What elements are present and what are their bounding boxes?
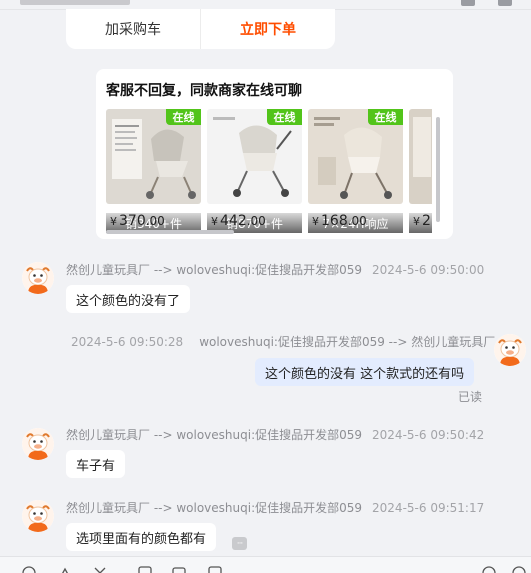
order-action-card: 加采购车 立即下单 [66,9,335,49]
emoji-icon[interactable] [22,566,36,573]
message-sender: 然创儿童玩具厂 --> woloveshuqi:促佳搜品开发部059 [66,501,363,515]
folder-icon[interactable] [172,566,186,573]
message-meta: 然创儿童玩具厂 --> woloveshuqi:促佳搜品开发部059 2024-5… [66,426,484,443]
cow-mascot-icon [22,262,54,294]
message-more-button[interactable]: ··· [232,537,247,550]
image-icon[interactable] [138,566,152,573]
online-badge: 在线 [267,109,302,125]
product-card[interactable]: 在线 销870+件 ¥442.00 [207,109,302,233]
message-sender: woloveshuqi:促佳搜品开发部059 --> 然创儿童玩具厂 [199,335,496,349]
history-icon[interactable] [482,566,496,573]
message-bubble[interactable]: 选项里面有的颜色都有 [66,523,217,551]
seller-avatar[interactable] [22,500,54,532]
message-bubble[interactable]: 车子有 [66,450,126,478]
product-card[interactable]: 回 ¥2 [409,109,432,233]
order-icon[interactable] [208,566,222,573]
cow-mascot-icon [22,500,54,532]
product-price: ¥2 [413,213,431,229]
read-status: 已读 [458,390,483,404]
settings-icon[interactable] [512,566,526,573]
input-toolbar [0,556,531,573]
online-badge: 在线 [166,109,201,125]
message-time: 2024-5-6 09:50:42 [372,428,485,442]
recommendation-title: 客服不回复，同款商家在线可聊 [106,83,302,99]
similar-sellers-card: 客服不回复，同款商家在线可聊 在线 销340+件 ¥ 370.00 在线 销87… [96,69,453,239]
chat-title-cropped [20,0,130,5]
order-now-button[interactable]: 立即下单 [201,9,335,49]
product-card[interactable]: 在线 7×24H响应 ¥168.00 [308,109,403,233]
product-price: ¥168.00 [312,213,367,229]
scissors-icon[interactable] [58,566,72,573]
message-bubble[interactable]: 这个颜色的没有了 [66,285,191,313]
product-price: ¥370.00 [110,213,165,229]
pin-icon[interactable] [461,0,475,6]
close-icon[interactable] [93,566,107,573]
message-bubble[interactable]: 这个颜色的没有 这个款式的还有吗 [255,358,475,386]
horizontal-scrollbar[interactable] [106,230,234,234]
message-meta: 2024-5-6 09:50:28 woloveshuqi:促佳搜品开发部059 … [71,333,495,350]
product-card[interactable]: 在线 销340+件 ¥370.00 [106,109,201,233]
seller-avatar[interactable] [22,262,54,294]
message-sender: 然创儿童玩具厂 --> woloveshuqi:促佳搜品开发部059 [66,428,363,442]
more-icon[interactable] [498,0,512,6]
online-badge: 在线 [368,109,403,125]
vertical-scrollbar[interactable] [436,117,440,222]
message-meta: 然创儿童玩具厂 --> woloveshuqi:促佳搜品开发部059 2024-5… [66,261,484,278]
message-sender: 然创儿童玩具厂 --> woloveshuqi:促佳搜品开发部059 [66,263,363,277]
add-to-cart-button[interactable]: 加采购车 [66,9,201,49]
cow-mascot-icon [494,334,526,366]
user-avatar[interactable] [494,334,526,366]
message-time: 2024-5-6 09:51:17 [372,501,485,515]
message-time: 2024-5-6 09:50:28 [71,335,184,349]
message-time: 2024-5-6 09:50:00 [372,263,485,277]
product-image [409,109,432,204]
seller-avatar[interactable] [22,428,54,460]
product-price: ¥442.00 [211,213,266,229]
cow-mascot-icon [22,428,54,460]
product-carousel[interactable]: 在线 销340+件 ¥370.00 在线 销870+件 ¥ 442.00 在线 … [106,109,432,233]
message-meta: 然创儿童玩具厂 --> woloveshuqi:促佳搜品开发部059 2024-5… [66,499,484,516]
